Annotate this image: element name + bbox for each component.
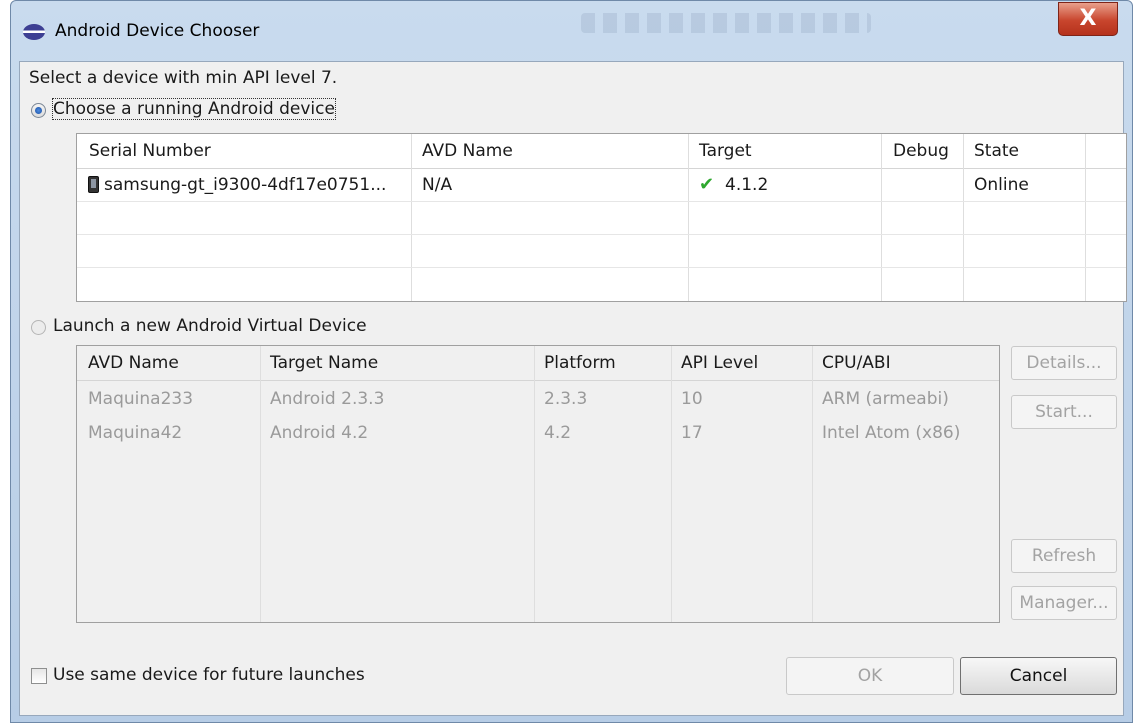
column-divider — [688, 134, 689, 301]
cell-target-name: Android 2.3.3 — [270, 389, 385, 409]
col-serial-number[interactable]: Serial Number — [89, 141, 211, 161]
running-device-option-label[interactable]: Choose a running Android device — [52, 98, 336, 120]
col-cpu-abi[interactable]: CPU/ABI — [822, 353, 891, 373]
cell-avd-name: Maquina42 — [88, 423, 183, 443]
cell-cpu-abi: ARM (armeabi) — [822, 389, 949, 409]
eclipse-app-icon — [23, 24, 45, 40]
cell-state: Online — [974, 175, 1029, 195]
cell-avd-name: Maquina233 — [88, 389, 194, 409]
cell-platform: 4.2 — [544, 423, 572, 443]
cell-api-level: 17 — [681, 423, 703, 443]
dialog-window: Android Device Chooser X Select a device… — [10, 0, 1133, 723]
check-icon: ✔ — [699, 174, 715, 195]
running-devices-table[interactable]: Serial Number AVD Name Target Debug Stat… — [76, 133, 1127, 302]
same-device-checkbox[interactable] — [31, 668, 47, 684]
cell-avd-name: N/A — [422, 175, 453, 195]
column-divider — [411, 134, 412, 301]
ok-button[interactable]: OK — [786, 657, 954, 695]
avd-table[interactable]: AVD Name Target Name Platform API Level … — [76, 345, 1000, 623]
manager-button[interactable]: Manager... — [1011, 586, 1117, 620]
row-divider — [77, 267, 1126, 268]
cell-cpu-abi: Intel Atom (x86) — [822, 423, 961, 443]
col-target[interactable]: Target — [699, 141, 752, 161]
phone-device-icon — [88, 176, 99, 193]
cell-target-name: Android 4.2 — [270, 423, 369, 443]
title-bar[interactable]: Android Device Chooser X — [11, 1, 1132, 61]
cell-target: 4.1.2 — [725, 175, 769, 195]
background-toolbar-ghost — [581, 13, 871, 33]
column-divider — [963, 134, 964, 301]
cell-serial: samsung-gt_i9300-4df17e0751... — [104, 175, 387, 195]
avd-table-header: AVD Name Target Name Platform API Level … — [77, 346, 999, 381]
window-title: Android Device Chooser — [55, 21, 260, 41]
col-target-name[interactable]: Target Name — [270, 353, 378, 373]
row-divider — [77, 234, 1126, 235]
row-divider — [77, 201, 1126, 202]
dialog-content: Select a device with min API level 7. Ch… — [19, 61, 1127, 716]
col-avd-name[interactable]: AVD Name — [88, 353, 179, 373]
cancel-button[interactable]: Cancel — [960, 657, 1117, 695]
column-divider — [1085, 134, 1086, 301]
cell-platform: 2.3.3 — [544, 389, 588, 409]
col-state[interactable]: State — [974, 141, 1019, 161]
column-divider — [671, 346, 672, 622]
col-debug[interactable]: Debug — [893, 141, 949, 161]
details-button[interactable]: Details... — [1011, 346, 1117, 380]
start-button[interactable]: Start... — [1011, 395, 1117, 429]
col-avd-name[interactable]: AVD Name — [422, 141, 513, 161]
instruction-text: Select a device with min API level 7. — [29, 68, 338, 88]
column-divider — [260, 346, 261, 622]
same-device-label[interactable]: Use same device for future launches — [53, 665, 365, 685]
column-divider — [534, 346, 535, 622]
cell-api-level: 10 — [681, 389, 703, 409]
refresh-button[interactable]: Refresh — [1011, 539, 1117, 573]
close-button[interactable]: X — [1058, 2, 1118, 36]
col-platform[interactable]: Platform — [544, 353, 616, 373]
running-devices-header: Serial Number AVD Name Target Debug Stat… — [77, 134, 1126, 169]
col-api-level[interactable]: API Level — [681, 353, 758, 373]
launch-avd-radio[interactable] — [31, 320, 46, 335]
launch-avd-option-label[interactable]: Launch a new Android Virtual Device — [53, 316, 367, 336]
column-divider — [881, 134, 882, 301]
running-device-radio[interactable] — [31, 103, 46, 118]
column-divider — [812, 346, 813, 622]
